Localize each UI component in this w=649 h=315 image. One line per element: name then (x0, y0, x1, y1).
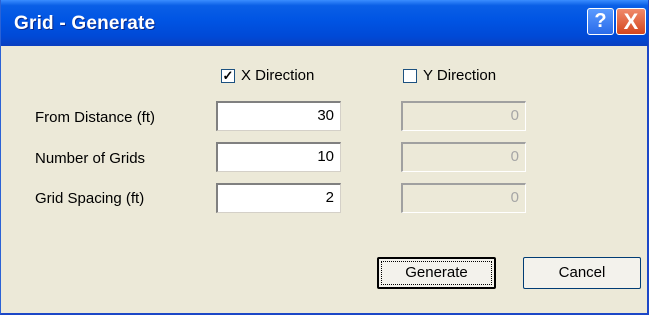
close-icon: X (623, 8, 639, 34)
y-direction-checkbox[interactable] (403, 69, 417, 83)
help-icon: ? (594, 10, 607, 32)
x-grid-spacing-input[interactable]: 2 (216, 183, 341, 213)
x-from-distance-input[interactable]: 30 (216, 101, 341, 131)
help-button[interactable]: ? (587, 8, 614, 35)
number-of-grids-label: Number of Grids (35, 150, 146, 167)
y-number-of-grids-input: 0 (401, 142, 526, 172)
title-bar[interactable]: Grid - Generate ? X (1, 0, 648, 46)
grid-generate-dialog: Grid - Generate ? X ✓ X Direction Y Dire… (0, 0, 649, 315)
y-direction-label[interactable]: Y Direction (423, 67, 496, 84)
cancel-button[interactable]: Cancel (523, 257, 641, 289)
y-grid-spacing-input: 0 (401, 183, 526, 213)
y-from-distance-input: 0 (401, 101, 526, 131)
x-direction-checkbox[interactable]: ✓ (221, 69, 235, 83)
x-number-of-grids-input[interactable]: 10 (216, 142, 341, 172)
generate-button[interactable]: Generate (377, 257, 496, 289)
x-direction-label[interactable]: X Direction (241, 67, 314, 84)
close-button[interactable]: X (616, 8, 646, 35)
from-distance-label: From Distance (ft) (35, 109, 156, 126)
window-title: Grid - Generate (14, 13, 156, 34)
grid-spacing-label: Grid Spacing (ft) (35, 190, 145, 207)
